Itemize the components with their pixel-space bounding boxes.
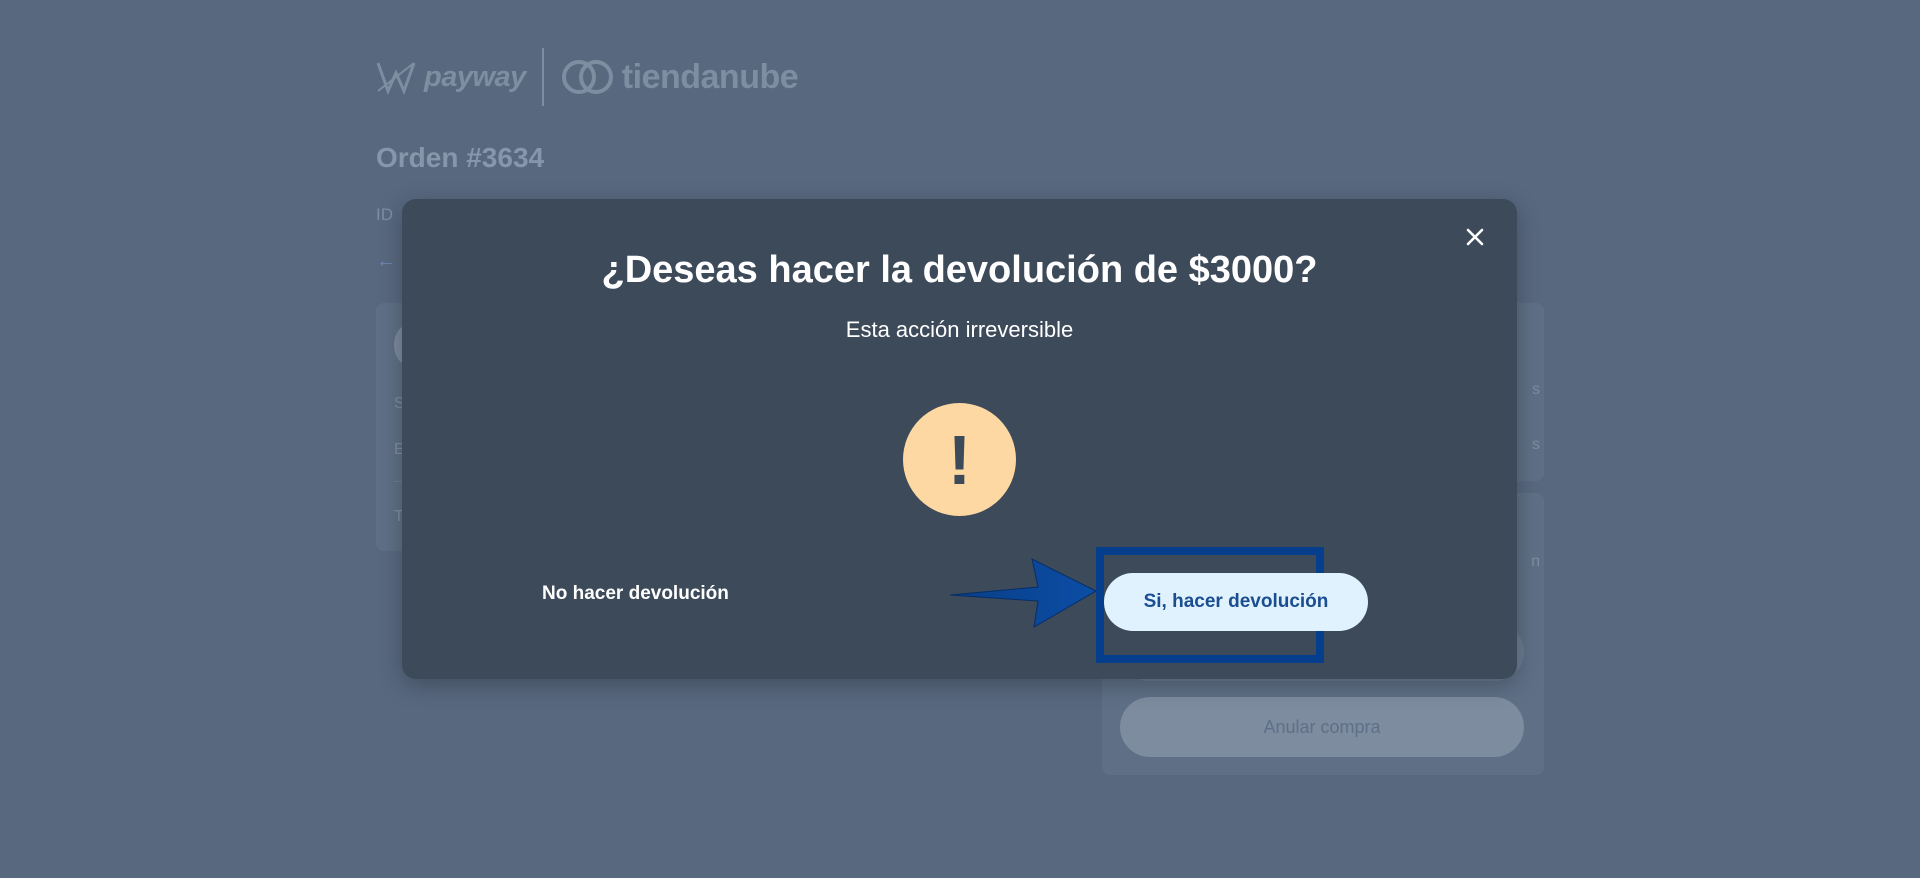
cancel-purchase-button[interactable]: Anular compra (1120, 697, 1524, 757)
payway-logo: payway (376, 59, 526, 95)
payway-wordmark: payway (424, 60, 526, 93)
order-id-label: ID (376, 205, 393, 224)
tiendanube-icon (561, 60, 613, 94)
tiendanube-logo: tiendanube (560, 57, 799, 97)
no-refund-button[interactable]: No hacer devolución (542, 583, 729, 605)
order-title: Orden #3634 (376, 142, 545, 173)
modal-title: ¿Deseas hacer la devolución de $3000? (601, 249, 1318, 291)
payway-icon (376, 62, 416, 95)
exclamation-glyph: ! (947, 420, 972, 499)
close-icon[interactable] (1466, 228, 1484, 246)
pointer-arrow-icon (950, 558, 1098, 628)
confirm-refund-button[interactable]: Si, hacer devolución (1104, 573, 1368, 631)
refund-confirmation-modal: ¿Deseas hacer la devolución de $3000? Es… (402, 199, 1517, 679)
exclamation-icon: ! (903, 403, 1016, 516)
logo-bar: payway tiendanube (376, 46, 799, 108)
modal-subtitle: Esta acción irreversible (845, 317, 1074, 342)
summary-row-value: s (1532, 436, 1540, 453)
tiendanube-wordmark: tiendanube (621, 57, 799, 96)
logo-divider (541, 48, 544, 106)
summary-row-value: s (1532, 381, 1540, 398)
actions-row-value: n (1531, 553, 1540, 570)
back-arrow-icon[interactable]: ← (376, 250, 396, 273)
